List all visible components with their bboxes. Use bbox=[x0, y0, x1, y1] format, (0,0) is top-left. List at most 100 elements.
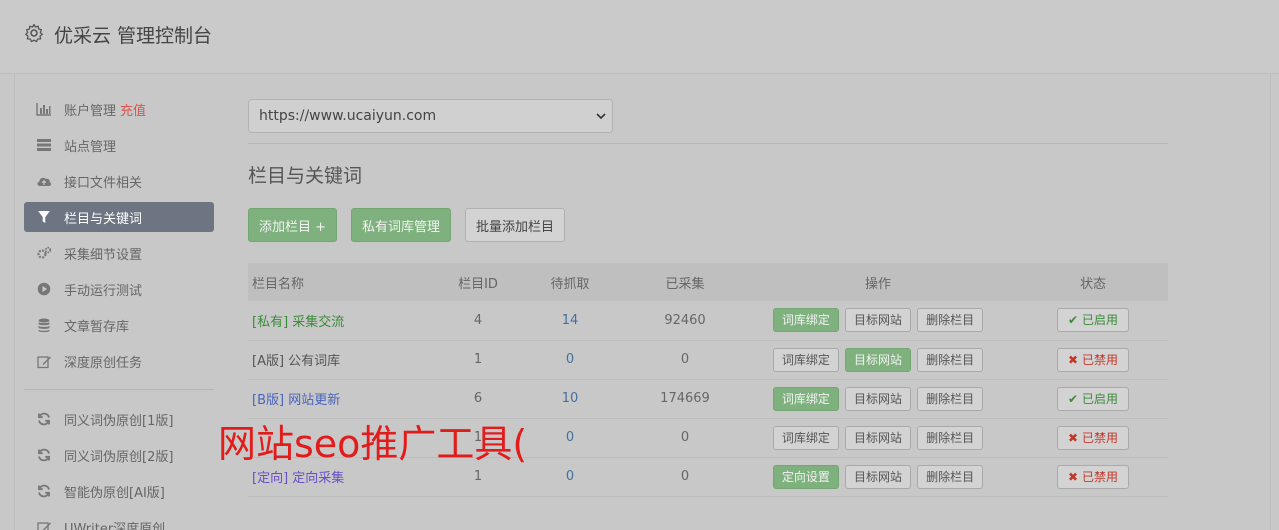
delete-column-button[interactable]: 删除栏目 bbox=[917, 386, 984, 411]
target-site-button[interactable]: 目标网站 bbox=[844, 464, 911, 489]
left-edge-line bbox=[14, 0, 15, 530]
sidebar-item-label: 账户管理 bbox=[64, 103, 117, 119]
status-toggle[interactable]: ✖ 已禁用 bbox=[1057, 425, 1129, 450]
sidebar-item-label: 文章暂存库 bbox=[64, 319, 130, 335]
sidebar-item-label: 接口文件相关 bbox=[64, 175, 143, 191]
times-icon: ✖ bbox=[1068, 430, 1079, 445]
sidebar-item-synonym-v1[interactable]: 同义词伪原创[1版] bbox=[24, 404, 214, 434]
server-icon bbox=[36, 137, 52, 153]
sidebar-item-manual-run[interactable]: 手动运行测试 bbox=[24, 274, 214, 304]
lexicon-bind-button[interactable]: 词库绑定 bbox=[772, 308, 839, 333]
header-ops: 操作 bbox=[864, 276, 891, 292]
status-label: 已禁用 bbox=[1081, 352, 1118, 367]
sidebar: 账户管理 充值 站点管理 接口文件相关 栏目与关键词 采集细节设置 手动运行测试… bbox=[24, 94, 214, 530]
sidebar-item-interface-files[interactable]: 接口文件相关 bbox=[24, 166, 214, 196]
lexicon-bind-button[interactable]: 词库绑定 bbox=[772, 347, 839, 372]
sidebar-item-article-storage[interactable]: 文章暂存库 bbox=[24, 310, 214, 340]
lexicon-bind-button[interactable]: 词库绑定 bbox=[772, 425, 839, 450]
check-icon: ✔ bbox=[1068, 391, 1079, 406]
targeted-settings-button[interactable]: 定向设置 bbox=[772, 464, 839, 489]
column-name: [A版] 公有词库 bbox=[248, 340, 448, 380]
site-select[interactable]: https://www.ucaiyun.com bbox=[248, 99, 613, 133]
column-id: 4 bbox=[448, 301, 508, 341]
private-lexicon-button[interactable]: 私有词库管理 bbox=[351, 208, 452, 242]
collected-count: 0 bbox=[632, 457, 738, 497]
cloud-upload-icon bbox=[36, 173, 52, 189]
console-title: 优采云 管理控制台 bbox=[54, 25, 213, 47]
sidebar-item-label: 智能伪原创[AI版] bbox=[64, 485, 165, 501]
sidebar-item-label: 采集细节设置 bbox=[64, 247, 143, 263]
target-site-button[interactable]: 目标网站 bbox=[844, 425, 911, 450]
recharge-link[interactable]: 充值 bbox=[120, 100, 146, 119]
delete-column-button[interactable]: 删除栏目 bbox=[917, 308, 984, 333]
sidebar-divider bbox=[24, 389, 214, 390]
edit-icon bbox=[36, 519, 52, 530]
row-actions: 词库绑定 目标网站 删除栏目 bbox=[738, 301, 1018, 341]
pending-count[interactable]: 0 bbox=[508, 340, 632, 380]
sidebar-item-columns-keywords[interactable]: 栏目与关键词 bbox=[24, 202, 214, 232]
sidebar-item-deep-original[interactable]: 深度原创任务 bbox=[24, 346, 214, 376]
header-pending: 待抓取 bbox=[550, 276, 590, 292]
refresh-icon bbox=[36, 483, 52, 499]
delete-column-button[interactable]: 删除栏目 bbox=[917, 425, 984, 450]
target-site-button[interactable]: 目标网站 bbox=[844, 347, 911, 372]
status-toggle[interactable]: ✖ 已禁用 bbox=[1057, 464, 1129, 489]
filter-icon bbox=[36, 209, 52, 225]
sidebar-item-synonym-v2[interactable]: 同义词伪原创[2版] bbox=[24, 440, 214, 470]
collected-count: 174669 bbox=[632, 379, 738, 419]
status-toggle[interactable]: ✔ 已启用 bbox=[1057, 386, 1129, 411]
target-site-button[interactable]: 目标网站 bbox=[844, 308, 911, 333]
delete-column-button[interactable]: 删除栏目 bbox=[917, 347, 984, 372]
target-site-button[interactable]: 目标网站 bbox=[844, 386, 911, 411]
table-header-row: 栏目名称 栏目ID 待抓取 已采集 操作 状态 bbox=[248, 263, 1168, 301]
sidebar-item-uwriter[interactable]: UWriter深度原创 bbox=[24, 512, 214, 530]
right-edge-line bbox=[1270, 0, 1271, 530]
refresh-icon bbox=[36, 411, 52, 427]
header-collected: 已采集 bbox=[665, 276, 705, 292]
sidebar-item-label: 同义词伪原创[1版] bbox=[64, 413, 174, 429]
status-label: 已启用 bbox=[1081, 313, 1118, 328]
bar-chart-icon bbox=[36, 101, 52, 117]
action-buttons: 添加栏目 + 私有词库管理 批量添加栏目 bbox=[248, 208, 1168, 242]
header-id: 栏目ID bbox=[458, 276, 498, 292]
status-toggle[interactable]: ✔ 已启用 bbox=[1057, 308, 1129, 333]
sidebar-item-label: 同义词伪原创[2版] bbox=[64, 449, 174, 465]
lexicon-bind-button[interactable]: 词库绑定 bbox=[772, 386, 839, 411]
status-label: 已禁用 bbox=[1081, 430, 1118, 445]
add-column-button[interactable]: 添加栏目 + bbox=[248, 208, 338, 242]
refresh-icon bbox=[36, 447, 52, 463]
status-label: 已启用 bbox=[1081, 391, 1118, 406]
site-select-value: https://www.ucaiyun.com bbox=[259, 108, 437, 124]
divider bbox=[248, 143, 1168, 144]
batch-add-columns-button[interactable]: 批量添加栏目 bbox=[465, 208, 566, 242]
check-icon: ✔ bbox=[1068, 313, 1079, 328]
overlay-watermark-text: 网站seo推广工具( bbox=[218, 422, 528, 466]
sidebar-item-ai-original[interactable]: 智能伪原创[AI版] bbox=[24, 476, 214, 506]
sidebar-item-label: 深度原创任务 bbox=[64, 355, 143, 371]
collected-count: 0 bbox=[632, 340, 738, 380]
chevron-down-icon bbox=[596, 113, 606, 120]
sidebar-item-label: UWriter深度原创 bbox=[64, 521, 166, 530]
section-title: 栏目与关键词 bbox=[248, 165, 363, 187]
database-icon bbox=[36, 317, 52, 333]
column-name-link[interactable]: [私有] 采集交流 bbox=[248, 301, 448, 341]
delete-column-button[interactable]: 删除栏目 bbox=[917, 464, 984, 489]
header-name: 栏目名称 bbox=[252, 276, 305, 292]
collected-count: 92460 bbox=[632, 301, 738, 341]
sidebar-item-collect-settings[interactable]: 采集细节设置 bbox=[24, 238, 214, 268]
sidebar-item-sites[interactable]: 站点管理 bbox=[24, 130, 214, 160]
table-row: [私有] 采集交流 4 14 92460 词库绑定 目标网站 删除栏目 ✔ 已启… bbox=[248, 301, 1168, 341]
sidebar-item-label: 站点管理 bbox=[64, 139, 117, 155]
row-actions: 定向设置 目标网站 删除栏目 bbox=[738, 457, 1018, 497]
status-toggle[interactable]: ✖ 已禁用 bbox=[1057, 347, 1129, 372]
row-actions: 词库绑定 目标网站 删除栏目 bbox=[738, 340, 1018, 380]
table-row: [A版] 公有词库 1 0 0 词库绑定 目标网站 删除栏目 ✖ 已禁用 bbox=[248, 340, 1168, 380]
sidebar-item-label: 栏目与关键词 bbox=[64, 211, 143, 227]
gears-icon bbox=[36, 245, 52, 261]
top-header: 优采云 管理控制台 bbox=[0, 0, 1279, 74]
sidebar-item-account[interactable]: 账户管理 充值 bbox=[24, 94, 214, 124]
play-circle-icon bbox=[36, 281, 52, 297]
collected-count: 0 bbox=[632, 418, 738, 458]
pending-count[interactable]: 14 bbox=[508, 301, 632, 341]
gear-icon bbox=[25, 23, 43, 43]
